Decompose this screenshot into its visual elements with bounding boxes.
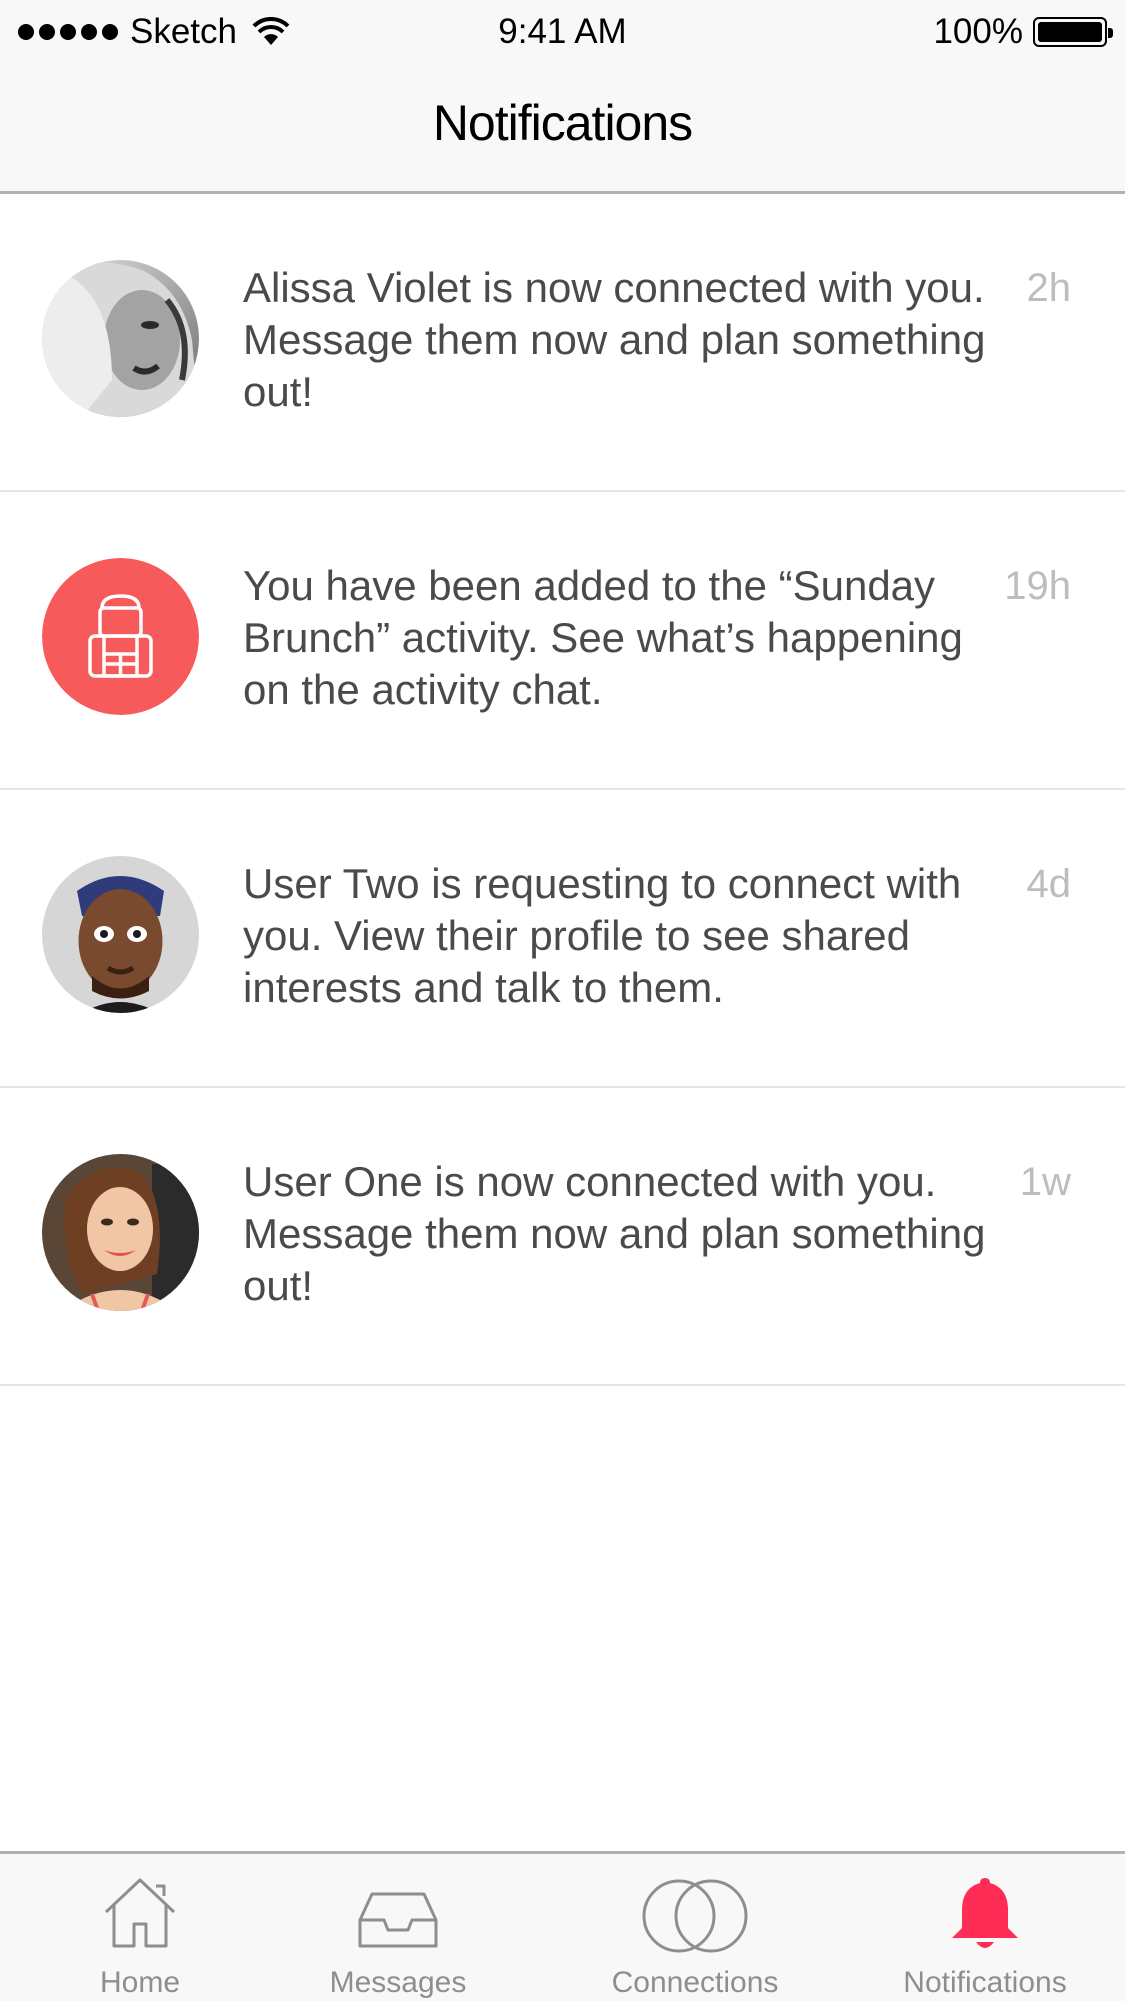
- status-right: 100%: [933, 12, 1113, 52]
- battery-percentage: 100%: [933, 12, 1023, 51]
- notification-item[interactable]: You have been added to the “Sunday Brunc…: [0, 492, 1125, 790]
- activity-avatar[interactable]: [42, 558, 199, 715]
- notification-timestamp: 19h: [1004, 564, 1071, 608]
- avatar-user-two[interactable]: [42, 856, 199, 1013]
- notification-timestamp: 1w: [1019, 1160, 1071, 1204]
- notification-item[interactable]: Alissa Violet is now connected with you.…: [0, 194, 1125, 492]
- notification-timestamp: 4d: [1026, 862, 1072, 906]
- notification-item[interactable]: User Two is requesting to connect with y…: [0, 790, 1125, 1088]
- tab-label: Connections: [611, 1966, 779, 1999]
- tab-label: Home: [99, 1966, 181, 1999]
- overlapping-circles-icon: [642, 1879, 748, 1953]
- backpack-icon: [42, 558, 199, 715]
- avatar-alissa-violet[interactable]: [42, 260, 199, 417]
- inbox-icon: [358, 1892, 438, 1948]
- tab-messages[interactable]: Messages: [298, 1854, 498, 2001]
- status-bar: Sketch 9:41 AM 100%: [0, 0, 1125, 64]
- avatar-user-one[interactable]: [42, 1154, 199, 1311]
- notification-text: Alissa Violet is now connected with you.…: [243, 264, 986, 415]
- tab-bar: Home Messages Connections Notifications: [0, 1851, 1125, 2001]
- tab-label: Notifications: [903, 1966, 1067, 1999]
- notification-text: User Two is requesting to connect with y…: [243, 860, 962, 1011]
- notification-timestamp: 2h: [1026, 266, 1072, 310]
- tab-connections[interactable]: Connections: [595, 1854, 795, 2001]
- tab-home[interactable]: Home: [40, 1854, 240, 2001]
- bell-icon: [952, 1878, 1018, 1948]
- notification-text: User One is now connected with you. Mess…: [243, 1158, 986, 1309]
- page-title: Notifications: [432, 95, 693, 151]
- notification-item[interactable]: User One is now connected with you. Mess…: [0, 1088, 1125, 1386]
- battery-icon: [1033, 17, 1113, 47]
- tab-label: Messages: [329, 1966, 467, 1999]
- navigation-bar: Notifications: [0, 64, 1125, 194]
- notification-list: Alissa Violet is now connected with you.…: [0, 194, 1125, 1386]
- tab-notifications[interactable]: Notifications: [885, 1854, 1085, 2001]
- notification-text: You have been added to the “Sunday Brunc…: [243, 562, 963, 713]
- home-icon: [104, 1878, 176, 1948]
